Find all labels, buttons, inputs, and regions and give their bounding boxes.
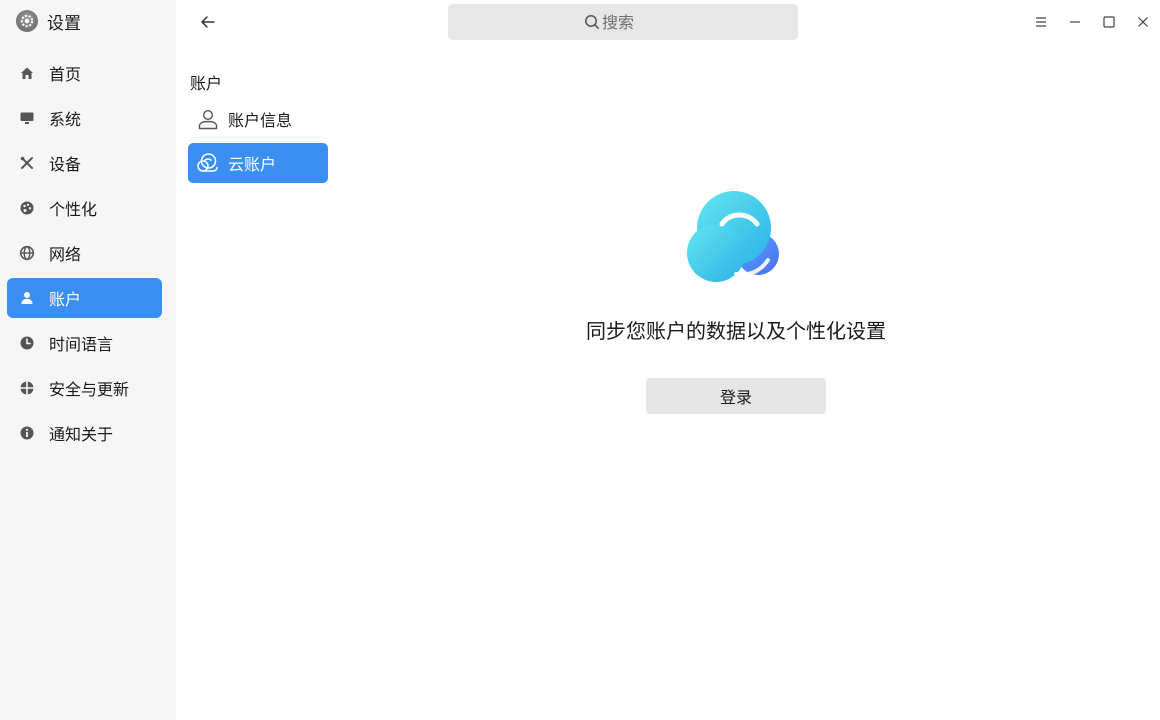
sidebar-item-label: 安全与更新 bbox=[49, 380, 130, 399]
search-input[interactable] bbox=[602, 12, 662, 32]
maximize-icon bbox=[1103, 16, 1115, 28]
cloud-outline-icon bbox=[196, 151, 220, 175]
search-icon bbox=[585, 15, 599, 29]
shield-icon bbox=[19, 380, 35, 396]
person-outline-icon bbox=[196, 107, 220, 131]
arrow-left-icon bbox=[201, 16, 215, 28]
settings-window: 设置 首页 系统 设备 个性化 网络 账户 时间语言 安全与更新 通知关于 搜索… bbox=[0, 0, 1160, 720]
minimize-button[interactable] bbox=[1058, 4, 1092, 40]
tools-icon bbox=[19, 155, 35, 171]
back-button[interactable] bbox=[196, 10, 220, 34]
sidebar-item-accounts[interactable]: 账户 bbox=[7, 278, 162, 318]
sidebar-item-time-language[interactable]: 时间语言 bbox=[7, 323, 162, 363]
sub-item-label: 云账户 bbox=[228, 155, 277, 174]
info-icon bbox=[19, 425, 35, 441]
clock-icon bbox=[19, 335, 35, 351]
sidebar-item-system[interactable]: 系统 bbox=[7, 98, 162, 138]
user-icon bbox=[19, 290, 35, 306]
app-header: 设置 bbox=[16, 9, 81, 34]
gear-icon bbox=[16, 10, 38, 32]
cloud-tagline: 同步您账户的数据以及个性化设置 bbox=[586, 319, 886, 343]
menu-button[interactable] bbox=[1024, 4, 1058, 40]
sidebar-item-label: 通知关于 bbox=[49, 425, 114, 444]
minimize-icon bbox=[1070, 21, 1080, 23]
window-controls bbox=[1024, 4, 1160, 40]
maximize-button[interactable] bbox=[1092, 4, 1126, 40]
sidebar-nav: 首页 系统 设备 个性化 网络 账户 时间语言 安全与更新 通知关于 bbox=[7, 53, 162, 458]
sidebar-item-personalization[interactable]: 个性化 bbox=[7, 188, 162, 228]
account-sub-list: 账户信息 云账户 bbox=[188, 99, 328, 187]
sidebar-item-label: 设备 bbox=[49, 155, 82, 174]
sidebar-item-label: 个性化 bbox=[49, 200, 98, 219]
sub-item-account-info[interactable]: 账户信息 bbox=[188, 99, 328, 139]
sidebar-item-home[interactable]: 首页 bbox=[7, 53, 162, 93]
main-panel: 账户 账户信息 bbox=[176, 0, 1160, 720]
monitor-icon bbox=[19, 110, 35, 126]
sub-item-label: 账户信息 bbox=[228, 111, 293, 130]
login-button[interactable]: 登录 bbox=[646, 378, 826, 414]
sub-item-cloud-account[interactable]: 云账户 bbox=[188, 143, 328, 183]
palette-icon bbox=[19, 200, 35, 216]
sidebar-item-label: 首页 bbox=[49, 65, 82, 84]
sidebar-item-label: 网络 bbox=[49, 245, 82, 264]
sidebar-item-notification-about[interactable]: 通知关于 bbox=[7, 413, 162, 453]
section-title: 账户 bbox=[190, 74, 223, 93]
search-box[interactable] bbox=[448, 4, 798, 40]
home-icon bbox=[19, 65, 35, 81]
cloud-logo-icon bbox=[687, 191, 779, 282]
sidebar-item-label: 系统 bbox=[49, 110, 82, 129]
menu-icon bbox=[1036, 17, 1046, 27]
sidebar-item-devices[interactable]: 设备 bbox=[7, 143, 162, 183]
app-title: 设置 bbox=[47, 13, 81, 34]
close-icon bbox=[1138, 17, 1148, 27]
sidebar-item-network[interactable]: 网络 bbox=[7, 233, 162, 273]
sidebar-item-security-update[interactable]: 安全与更新 bbox=[7, 368, 162, 408]
sidebar: 设置 首页 系统 设备 个性化 网络 账户 时间语言 安全与更新 通知关于 bbox=[0, 0, 176, 720]
sidebar-item-label: 账户 bbox=[49, 290, 82, 309]
close-button[interactable] bbox=[1126, 4, 1160, 40]
cloud-account-content: 同步您账户的数据以及个性化设置 登录 bbox=[566, 190, 906, 414]
sidebar-item-label: 时间语言 bbox=[49, 335, 114, 354]
globe-icon bbox=[19, 245, 35, 261]
